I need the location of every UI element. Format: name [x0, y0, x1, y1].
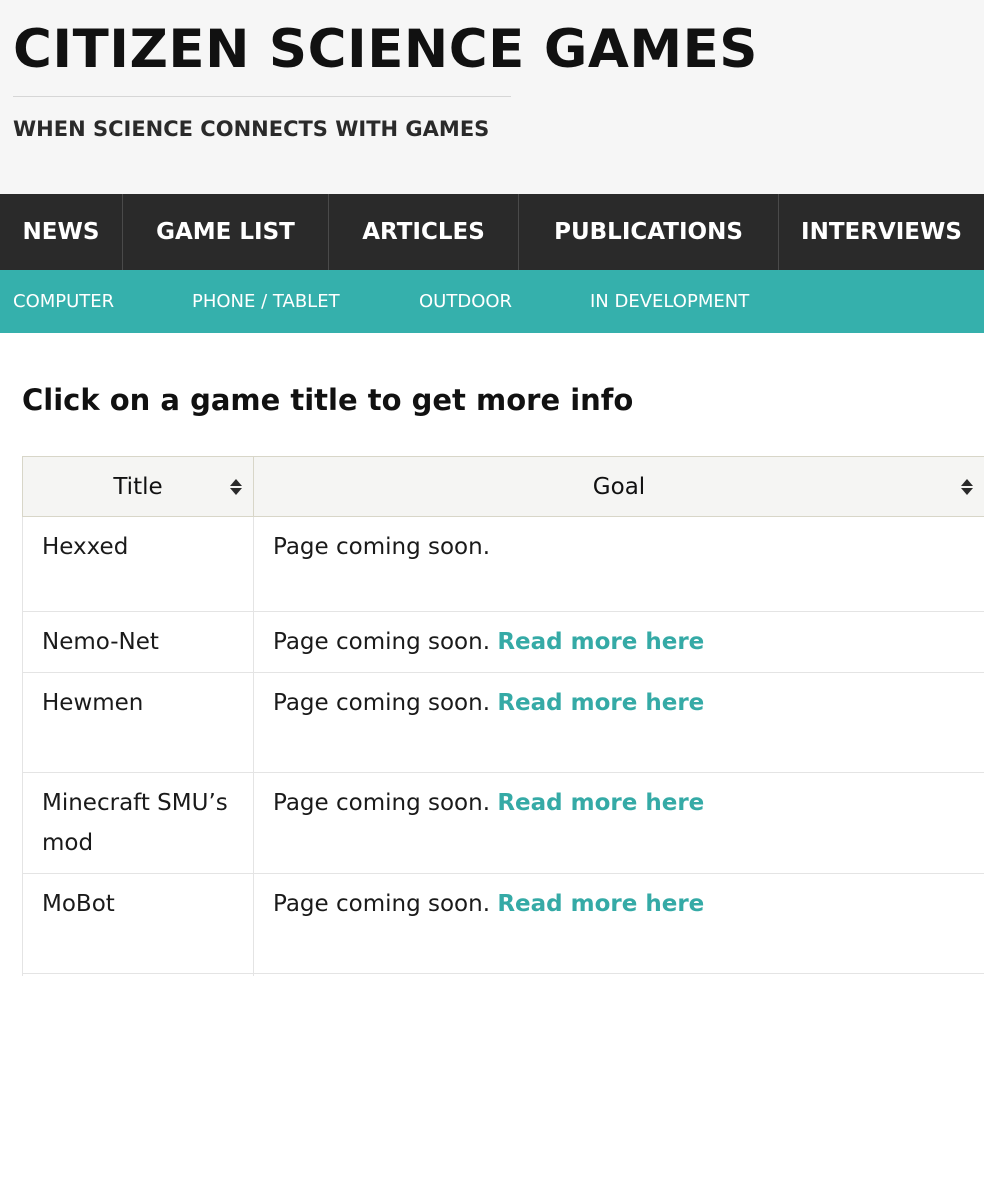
column-header-title[interactable]: Title [22, 456, 254, 517]
game-goal: Page coming soon. Read more here [253, 672, 984, 773]
page-heading: Click on a game title to get more info [22, 383, 634, 417]
game-title[interactable]: MoBot [22, 873, 254, 974]
nav-item-articles[interactable]: ARTICLES [329, 194, 518, 270]
site-tagline: WHEN SCIENCE CONNECTS WITH GAMES [13, 117, 490, 141]
games-table: Title Goal Hexxed Page coming soon. Nemo… [22, 456, 984, 976]
sort-icon[interactable] [960, 478, 974, 496]
nav-item-game-list[interactable]: GAME LIST [123, 194, 328, 270]
read-more-link[interactable]: Read more here [497, 790, 704, 816]
subnav-item-outdoor[interactable]: OUTDOOR [419, 270, 512, 333]
title-divider [13, 96, 511, 97]
subnav-item-in-development[interactable]: IN DEVELOPMENT [590, 270, 749, 333]
site-title[interactable]: CITIZEN SCIENCE GAMES [13, 18, 758, 82]
game-title[interactable]: Hexxed [22, 516, 254, 612]
nav-item-publications[interactable]: PUBLICATIONS [519, 194, 778, 270]
column-header-goal[interactable]: Goal [253, 456, 984, 517]
table-row: Hexxed Page coming soon. [22, 516, 984, 612]
subnav-item-computer[interactable]: COMPUTER [13, 270, 114, 333]
site-header: CITIZEN SCIENCE GAMES WHEN SCIENCE CONNE… [0, 0, 984, 194]
table-row: Nemo-Net Page coming soon. Read more her… [22, 611, 984, 673]
game-title[interactable]: Nemo-Net [22, 611, 254, 673]
games-table-container: Title Goal Hexxed Page coming soon. Nemo… [22, 456, 984, 976]
game-goal [253, 973, 984, 976]
game-title[interactable]: Minecraft SMU’s mod [22, 772, 254, 874]
nav-item-interviews[interactable]: INTERVIEWS [779, 194, 984, 270]
table-row: Minecraft SMU’s mod Page coming soon. Re… [22, 772, 984, 874]
main-nav: NEWS GAME LIST ARTICLES PUBLICATIONS INT… [0, 194, 984, 270]
table-row: MoBot Page coming soon. Read more here [22, 873, 984, 974]
sub-nav: COMPUTER PHONE / TABLET OUTDOOR IN DEVEL… [0, 270, 984, 333]
subnav-item-phone-tablet[interactable]: PHONE / TABLET [192, 270, 340, 333]
game-title[interactable]: Hewmen [22, 672, 254, 773]
read-more-link[interactable]: Read more here [497, 629, 704, 655]
game-goal: Page coming soon. Read more here [253, 772, 984, 874]
read-more-link[interactable]: Read more here [497, 690, 704, 716]
column-header-label: Goal [592, 473, 646, 500]
read-more-link[interactable]: Read more here [497, 891, 704, 917]
table-row: Hewmen Page coming soon. Read more here [22, 672, 984, 773]
game-goal: Page coming soon. Read more here [253, 873, 984, 974]
game-goal: Page coming soon. Read more here [253, 611, 984, 673]
column-header-label: Title [113, 473, 163, 500]
table-header-row: Title Goal [22, 456, 984, 517]
game-goal: Page coming soon. [253, 516, 984, 612]
sort-icon[interactable] [229, 478, 243, 496]
nav-item-news[interactable]: NEWS [0, 194, 122, 270]
game-title[interactable] [22, 973, 254, 976]
table-row [22, 973, 984, 976]
